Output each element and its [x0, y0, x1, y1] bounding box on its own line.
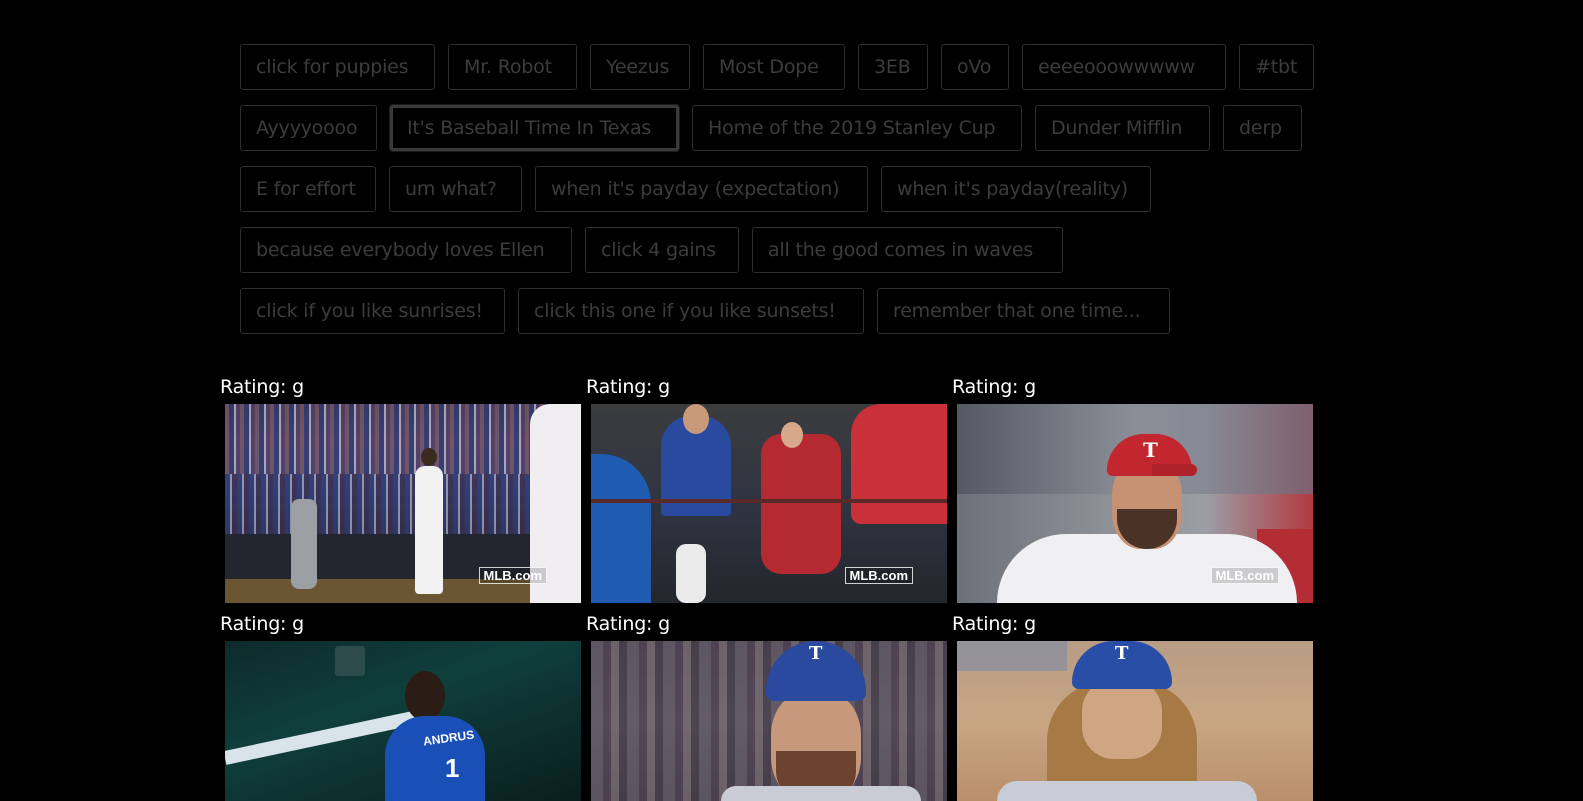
topic-button-um-what[interactable]: um what? — [389, 166, 522, 212]
topic-row: because everybody loves Ellen click 4 ga… — [240, 227, 1340, 273]
gif-rating: Rating: g — [586, 613, 670, 635]
gif-image-fans-cheering[interactable]: MLB.com — [591, 404, 947, 603]
gif-card: Rating: g T MLB.com — [952, 376, 1313, 603]
topic-button-3eb[interactable]: 3EB — [858, 44, 928, 90]
mlb-watermark: MLB.com — [478, 567, 547, 584]
topic-buttons: click for puppies Mr. Robot Yeezus Most … — [240, 44, 1340, 349]
gif-image-player-dugout[interactable]: ANDRUS 1 — [225, 641, 581, 801]
topic-button-waves[interactable]: all the good comes in waves — [752, 227, 1063, 273]
topic-button-stanley-cup[interactable]: Home of the 2019 Stanley Cup — [692, 105, 1022, 151]
topic-button-payday-reality[interactable]: when it's payday(reality) — [881, 166, 1151, 212]
topic-button-payday-expectation[interactable]: when it's payday (expectation) — [535, 166, 868, 212]
gif-card: Rating: g MLB.com — [586, 376, 947, 603]
gif-row: Rating: g ANDRUS 1 Rating: g T Rating: g… — [220, 613, 1320, 801]
gif-rating: Rating: g — [220, 613, 304, 635]
gif-image-long-haired-pitcher[interactable]: T — [957, 641, 1313, 801]
gif-rating: Rating: g — [952, 376, 1036, 398]
gif-card: Rating: g ANDRUS 1 — [220, 613, 581, 801]
gif-rating: Rating: g — [586, 376, 670, 398]
team-logo-icon: T — [1143, 438, 1158, 462]
topic-button-ovo[interactable]: oVo — [941, 44, 1009, 90]
mlb-watermark: MLB.com — [844, 567, 913, 584]
topic-button-ayyyyoooo[interactable]: Ayyyyoooo — [240, 105, 377, 151]
gif-image-pitcher-red-cap[interactable]: T MLB.com — [957, 404, 1313, 603]
topic-button-mr-robot[interactable]: Mr. Robot — [448, 44, 577, 90]
topic-button-eeeeooowwwww[interactable]: eeeeooowwwww — [1022, 44, 1226, 90]
gif-rating: Rating: g — [952, 613, 1036, 635]
topic-button-sunsets[interactable]: click this one if you like sunsets! — [518, 288, 864, 334]
topic-button-dunder-mifflin[interactable]: Dunder Mifflin — [1035, 105, 1210, 151]
topic-button-click-4-gains[interactable]: click 4 gains — [585, 227, 739, 273]
team-logo-icon: T — [1115, 643, 1129, 664]
jersey-number: 1 — [445, 753, 460, 783]
gif-card: Rating: g MLB.com — [220, 376, 581, 603]
topic-button-most-dope[interactable]: Most Dope — [703, 44, 845, 90]
gif-results: Rating: g MLB.com Rating: g MLB.com Rati… — [220, 376, 1320, 801]
topic-button-ellen[interactable]: because everybody loves Ellen — [240, 227, 572, 273]
topic-row: click for puppies Mr. Robot Yeezus Most … — [240, 44, 1340, 90]
topic-button-click-for-puppies[interactable]: click for puppies — [240, 44, 435, 90]
gif-row: Rating: g MLB.com Rating: g MLB.com Rati… — [220, 376, 1320, 603]
topic-row: Ayyyyoooo It's Baseball Time In Texas Ho… — [240, 105, 1340, 151]
gif-card: Rating: g T — [586, 613, 947, 801]
gif-rating: Rating: g — [220, 376, 304, 398]
gif-image-player-celebrating[interactable]: MLB.com — [225, 404, 581, 603]
gif-card: Rating: g T — [952, 613, 1313, 801]
topic-button-remember-that-one-time[interactable]: remember that one time... — [877, 288, 1170, 334]
topic-button-yeezus[interactable]: Yeezus — [590, 44, 690, 90]
topic-button-derp[interactable]: derp — [1223, 105, 1302, 151]
topic-button-e-for-effort[interactable]: E for effort — [240, 166, 376, 212]
topic-button-sunrises[interactable]: click if you like sunrises! — [240, 288, 505, 334]
topic-row: click if you like sunrises! click this o… — [240, 288, 1340, 334]
topic-row: E for effort um what? when it's payday (… — [240, 166, 1340, 212]
mlb-watermark: MLB.com — [1210, 567, 1279, 584]
topic-button-baseball-time-in-texas[interactable]: It's Baseball Time In Texas — [390, 105, 679, 151]
team-logo-icon: T — [809, 643, 823, 664]
gif-image-bearded-player[interactable]: T — [591, 641, 947, 801]
topic-button-tbt[interactable]: #tbt — [1239, 44, 1314, 90]
